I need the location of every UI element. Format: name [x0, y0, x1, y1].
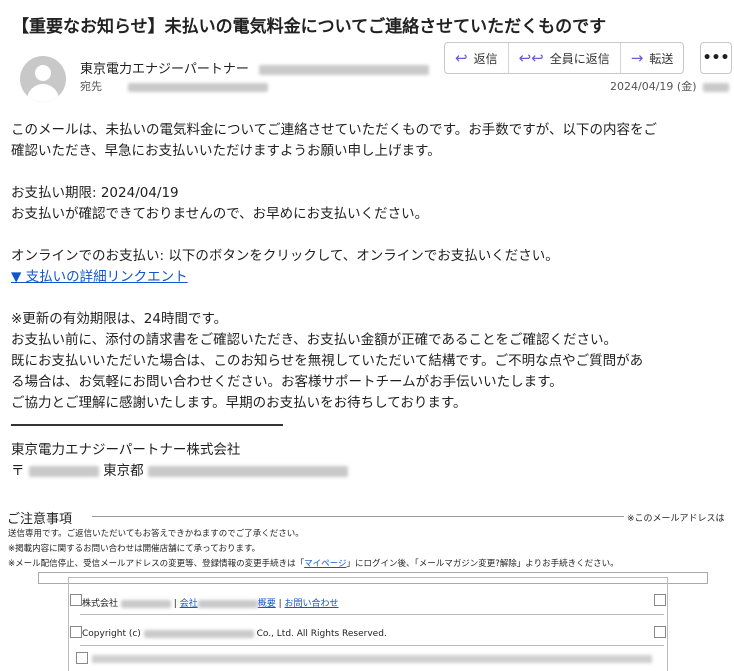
body-line-1: お支払い前に、添付の請求書をご確認いただき、お支払い金額が正確であることをご確認…	[11, 332, 618, 348]
footer-company-prefix: 株式会社	[82, 599, 119, 609]
mypage-link[interactable]: マイページ	[304, 559, 346, 569]
footer-sep-2: |	[278, 599, 282, 609]
sender-address-redacted	[259, 64, 430, 75]
address-city: 東京都	[103, 463, 144, 479]
intro-line-1: このメールは、未払いの電気料金についてご連絡させていただくものです。お手数ですが…	[11, 122, 657, 138]
signature-company: 東京電力エナジーパートナー株式会社	[11, 442, 241, 458]
footer-rule-2	[80, 645, 664, 646]
sender-name: 東京電力エナジーパートナー	[80, 62, 249, 77]
time-redacted	[702, 82, 729, 92]
footer-overview-text: 概要	[257, 599, 276, 609]
more-button[interactable]: •••	[700, 42, 732, 74]
footer-copyright: Copyright (c) Co., Ltd. All Rights Reser…	[82, 629, 387, 639]
message-actions: ↩ 返信 ↩↩ 全員に返信 → 転送	[444, 42, 685, 74]
footer-link-redacted	[197, 599, 258, 608]
body-line-2: 既にお支払いいただいた場合は、このお知らせを無視していただいて結構です。ご不明な…	[11, 353, 644, 369]
not-confirmed-text: お支払いが確認できておりませんので、お早めにお支払いください。	[11, 206, 429, 222]
online-payment-text: オンラインでのお支払い: 以下のボタンをクリックして、オンラインでお支払いくださ…	[11, 248, 559, 264]
address-redacted	[147, 465, 348, 477]
footer-cutoff-redacted	[92, 655, 652, 663]
validity-note: ※更新の有効期限は、24時間です。	[11, 311, 228, 327]
footer-checkbox-4[interactable]	[654, 626, 666, 638]
reply-button[interactable]: ↩ 返信	[445, 43, 509, 73]
reply-icon: ↩	[455, 49, 468, 67]
due-date: お支払い期限: 2024/04/19	[11, 185, 179, 201]
avatar-icon	[20, 56, 66, 102]
forward-label: 転送	[649, 51, 674, 66]
footer-sep-1: |	[173, 599, 177, 609]
forward-icon: →	[630, 49, 644, 67]
footer-company-link[interactable]: 会社 概要	[180, 599, 276, 609]
reply-label: 返信	[473, 51, 498, 66]
date-text: 2024/04/19 (金)	[610, 80, 697, 93]
intro-line-2: 確認いただき、早急にお支払いいただけますようお願い申し上げます。	[11, 143, 441, 159]
notice-divider	[92, 516, 624, 517]
footer-company-link-text: 会社	[179, 599, 198, 609]
note-1: 送信専用です。ご返信いただいてもお答えできかねますのでご了承ください。	[8, 529, 304, 539]
note-3-a: ※メール配信停止、受信メールアドレスの変更等、登録情報の変更手続きは「	[8, 559, 305, 569]
note-3-b: 」にログイン後、「メールマガジン変更?解除」よりお手続きください。	[346, 559, 619, 569]
footer-checkbox-2[interactable]	[654, 594, 666, 606]
recipient-line: 宛先	[80, 78, 268, 94]
signature-address: 〒 東京都	[11, 459, 348, 479]
notice-right-note: ※このメールアドレスは	[627, 514, 725, 524]
postal-mark: 〒	[11, 463, 25, 479]
email-subject: 【重要なお知らせ】未払いの電気料金についてご連絡させていただくものです	[12, 17, 607, 37]
forward-button[interactable]: → 転送	[621, 43, 684, 73]
footer-rule-1	[80, 614, 664, 615]
email-body: このメールは、未払いの電気料金についてご連絡させていただくものです。お手数ですが…	[11, 120, 723, 414]
footer-contact-link[interactable]: お問い合わせ	[285, 599, 339, 609]
reply-all-icon: ↩↩	[518, 49, 544, 67]
note-2: ※掲載内容に関するお問い合わせは開催店舗にて承っております。	[8, 544, 261, 554]
more-icon: •••	[702, 50, 730, 66]
recipient-redacted	[127, 82, 268, 92]
footer-company-redacted	[120, 599, 171, 608]
footer-checkbox-5[interactable]	[76, 652, 88, 664]
body-line-4: ご協力とご理解に感謝いたします。早期のお支払いをお待ちしております。	[11, 395, 467, 411]
copyright-suffix: Co., Ltd. All Rights Reserved.	[256, 629, 387, 639]
sender[interactable]: 東京電力エナジーパートナー	[80, 58, 430, 77]
postal-code-redacted	[28, 465, 99, 477]
note-3: ※メール配信停止、受信メールアドレスの変更等、登録情報の変更手続きは「マイページ…	[8, 557, 619, 572]
body-line-3: る場合は、お気軽にお問い合わせください。お客様サポートチームがお手伝いいたします…	[11, 374, 563, 390]
email-date: 2024/04/19 (金)	[610, 78, 729, 94]
to-label: 宛先	[80, 80, 102, 93]
footer-company-links: 株式会社 | 会社 概要 | お問い合わせ	[82, 596, 339, 609]
payment-details-link[interactable]: ▼ 支払いの詳細リンクエント	[11, 269, 188, 285]
reply-all-label: 全員に返信	[549, 51, 610, 66]
footer-checkbox-3[interactable]	[70, 626, 82, 638]
notice-notes: 送信専用です。ご返信いただいてもお答えできかねますのでご了承ください。 ※掲載内…	[8, 527, 619, 572]
reply-all-button[interactable]: ↩↩ 全員に返信	[509, 43, 621, 73]
copyright-owner-redacted	[143, 629, 254, 638]
copyright-prefix: Copyright (c)	[82, 629, 141, 639]
notice-title: ご注意事項	[7, 512, 73, 527]
signature-divider	[11, 424, 283, 426]
footer-checkbox-1[interactable]	[70, 594, 82, 606]
